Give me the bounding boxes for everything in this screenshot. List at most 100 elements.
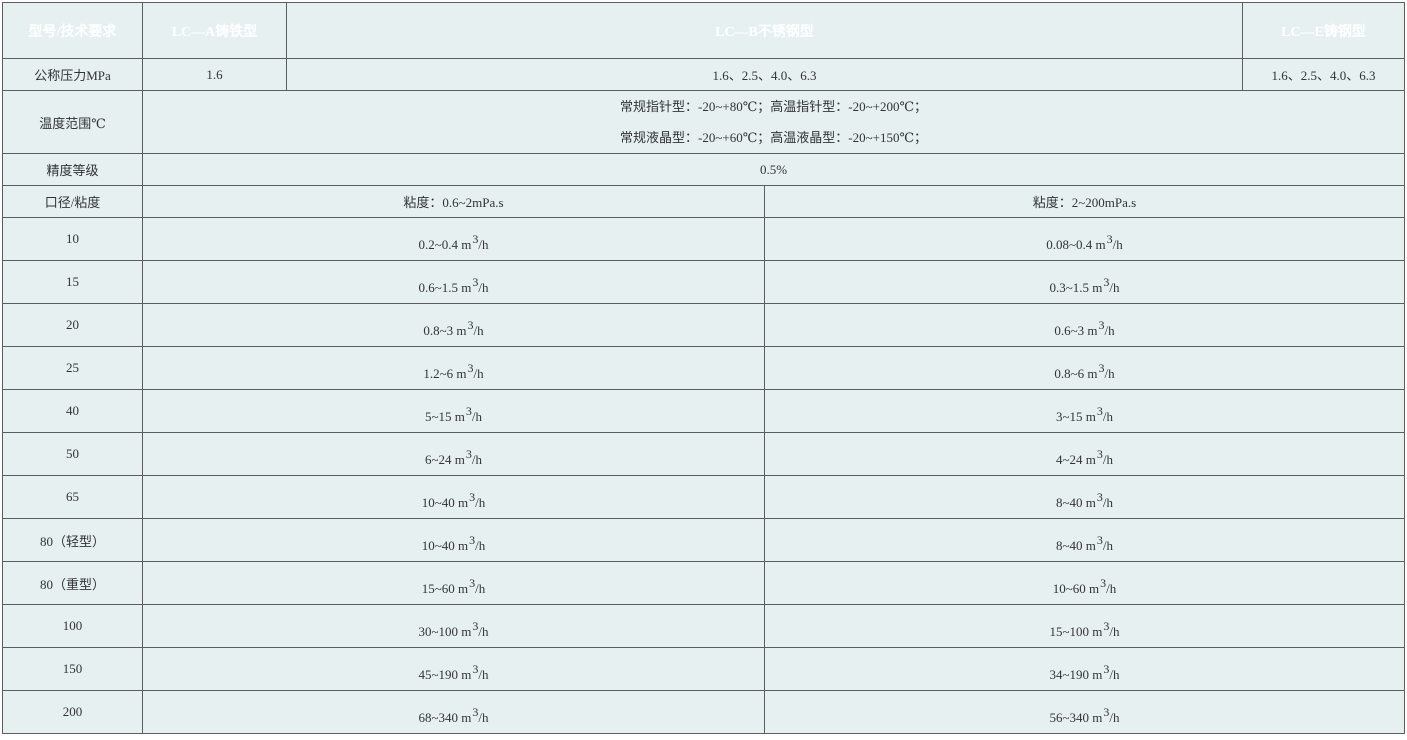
flow-value: 8~40 m (1055, 495, 1096, 510)
viscosity-row: 口径/粘度 粘度：0.6~2mPa.s 粘度：2~200mPa.s (2, 185, 1406, 218)
flow-range: 0.6~3 m3/h (1054, 318, 1115, 339)
flow-low-cell: 15~60 m3/h (142, 561, 765, 605)
table-row: 10 0.2~0.4 m3/h 0.08~0.4 m3/h (2, 217, 1406, 261)
flow-value: 34~190 m (1049, 667, 1103, 682)
unit-exponent: 3 (467, 361, 474, 375)
flow-range: 5~15 m3/h (424, 404, 483, 425)
flow-value: 5~15 m (424, 409, 465, 424)
flow-value: 0.6~3 m (1054, 323, 1098, 338)
flow-value: 0.8~6 m (1054, 366, 1098, 381)
size-cell: 100 (2, 604, 143, 648)
temperature-value: 常规指针型：-20~+80℃；高温指针型：-20~+200℃； 常规液晶型：-2… (141, 90, 1406, 154)
flow-range: 0.6~1.5 m3/h (418, 275, 489, 296)
flow-high-cell: 3~15 m3/h (763, 389, 1406, 433)
temperature-label: 温度范围℃ (2, 90, 143, 154)
flow-value: 15~60 m (421, 581, 469, 596)
unit-exponent: 3 (1098, 361, 1105, 375)
flow-range: 15~100 m3/h (1049, 619, 1119, 640)
unit-suffix: /h (1112, 237, 1123, 252)
unit-exponent: 3 (1096, 404, 1103, 418)
table-row: 80（重型） 15~60 m3/h 10~60 m3/h (2, 561, 1406, 605)
table-row: 25 1.2~6 m3/h 0.8~6 m3/h (2, 346, 1406, 390)
size-cell: 65 (2, 475, 143, 519)
table-row: 80（轻型） 10~40 m3/h 8~40 m3/h (2, 518, 1406, 562)
unit-exponent: 3 (472, 275, 479, 289)
unit-suffix: /h (475, 495, 486, 510)
flow-range: 3~15 m3/h (1055, 404, 1113, 425)
flow-value: 0.08~0.4 m (1046, 237, 1106, 252)
table-row: 100 30~100 m3/h 15~100 m3/h (2, 604, 1406, 648)
unit-exponent: 3 (472, 619, 479, 633)
flow-low-cell: 0.6~1.5 m3/h (142, 260, 765, 304)
unit-exponent: 3 (472, 705, 479, 719)
unit-suffix: /h (478, 280, 489, 295)
unit-exponent: 3 (467, 318, 474, 332)
flow-value: 56~340 m (1049, 710, 1103, 725)
unit-suffix: /h (471, 409, 483, 424)
unit-suffix: /h (471, 452, 483, 467)
flow-low-cell: 45~190 m3/h (142, 647, 765, 691)
flow-value: 0.2~0.4 m (418, 237, 472, 252)
flow-low-cell: 10~40 m3/h (142, 475, 765, 519)
flow-high-cell: 34~190 m3/h (763, 647, 1406, 691)
flow-range: 0.3~1.5 m3/h (1049, 275, 1120, 296)
flow-low-cell: 0.8~3 m3/h (142, 303, 765, 347)
flow-range: 34~190 m3/h (1049, 662, 1119, 683)
flow-low-cell: 68~340 m3/h (142, 690, 765, 734)
unit-exponent: 3 (1098, 318, 1105, 332)
flow-range: 56~340 m3/h (1049, 705, 1119, 726)
unit-exponent: 3 (1096, 533, 1103, 547)
flow-value: 1.2~6 m (423, 366, 467, 381)
unit-suffix: /h (473, 323, 484, 338)
unit-exponent: 3 (469, 490, 476, 504)
flow-low-cell: 5~15 m3/h (142, 389, 765, 433)
flow-low-cell: 1.2~6 m3/h (142, 346, 765, 390)
flow-value: 10~60 m (1052, 581, 1100, 596)
flow-range: 0.8~6 m3/h (1054, 361, 1114, 382)
flow-value: 15~100 m (1049, 624, 1103, 639)
flow-high-cell: 8~40 m3/h (763, 518, 1406, 562)
flow-range: 1.2~6 m3/h (423, 361, 484, 382)
unit-suffix: /h (478, 710, 489, 725)
flow-value: 45~190 m (418, 667, 472, 682)
unit-suffix: /h (1106, 581, 1117, 596)
flow-range: 6~24 m3/h (425, 447, 483, 468)
size-cell: 10 (2, 217, 143, 261)
unit-suffix: /h (478, 237, 489, 252)
flow-low-cell: 0.2~0.4 m3/h (142, 217, 765, 261)
size-cell: 50 (2, 432, 143, 476)
flow-high-cell: 0.6~3 m3/h (763, 303, 1406, 347)
flow-range: 10~40 m3/h (422, 533, 486, 554)
table-row: 15 0.6~1.5 m3/h 0.3~1.5 m3/h (2, 260, 1406, 304)
unit-exponent: 3 (1096, 490, 1103, 504)
flow-value: 30~100 m (418, 624, 472, 639)
flow-value: 4~24 m (1055, 452, 1096, 467)
unit-suffix: /h (473, 366, 484, 381)
unit-exponent: 3 (1103, 619, 1110, 633)
accuracy-label: 精度等级 (2, 153, 143, 186)
unit-exponent: 3 (472, 662, 479, 676)
unit-exponent: 3 (465, 447, 472, 461)
unit-exponent: 3 (1103, 662, 1110, 676)
table-row: 150 45~190 m3/h 34~190 m3/h (2, 647, 1406, 691)
size-cell: 200 (2, 690, 143, 734)
unit-exponent: 3 (465, 404, 472, 418)
unit-suffix: /h (478, 667, 489, 682)
flow-value: 68~340 m (418, 710, 472, 725)
size-cell: 20 (2, 303, 143, 347)
flow-low-cell: 30~100 m3/h (142, 604, 765, 648)
flow-range: 45~190 m3/h (418, 662, 489, 683)
flow-range: 0.2~0.4 m3/h (418, 232, 489, 253)
table-row: 50 6~24 m3/h 4~24 m 3/h (2, 432, 1406, 476)
unit-suffix: /h (1109, 280, 1120, 295)
size-cell: 15 (2, 260, 143, 304)
accuracy-row: 精度等级 0.5% (2, 153, 1406, 186)
temperature-line-1: 常规指针型：-20~+80℃；高温指针型：-20~+200℃； (620, 99, 927, 114)
flow-value: 3~15 m (1055, 409, 1096, 424)
unit-suffix: /h (1104, 323, 1115, 338)
viscosity-low: 粘度：0.6~2mPa.s (142, 185, 765, 218)
unit-exponent: 3 (1100, 576, 1107, 590)
spec-table: 型号/技术要求 LC—A铸铁型 LC—B不锈钢型 LC—E铸钢型 公称压力MPa… (2, 2, 1406, 734)
unit-exponent: 3 (469, 533, 476, 547)
flow-high-cell: 10~60 m3/h (763, 561, 1406, 605)
